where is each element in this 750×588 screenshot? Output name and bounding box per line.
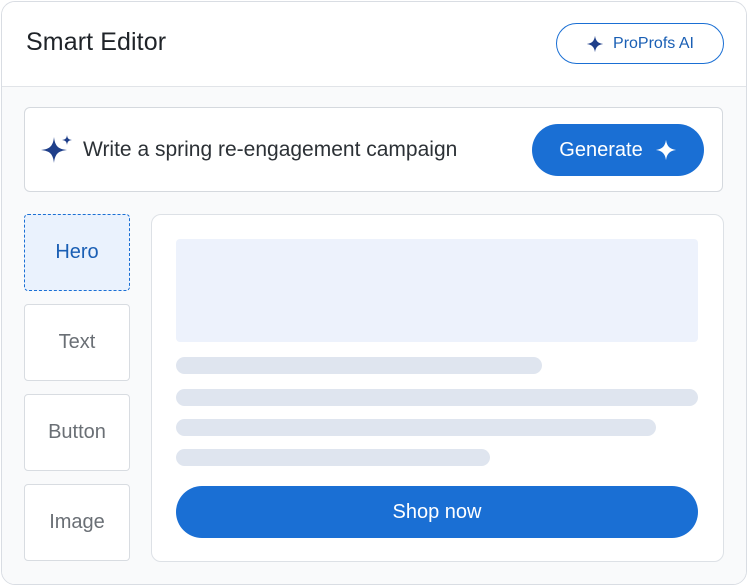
email-preview-canvas: Shop now: [151, 214, 724, 562]
sparkle-icon: [41, 135, 72, 163]
block-text[interactable]: Text: [24, 304, 130, 381]
generate-label: Generate: [559, 138, 643, 161]
text-line-placeholder: [176, 389, 698, 406]
prompt-input[interactable]: Write a spring re-engagement campaign: [83, 138, 457, 162]
text-line-placeholder: [176, 449, 490, 466]
header: Smart Editor ProProfs AI: [2, 2, 746, 87]
block-image[interactable]: Image: [24, 484, 130, 561]
headline-placeholder: [176, 357, 542, 374]
sparkle-icon: [586, 35, 604, 52]
proprofs-ai-button[interactable]: ProProfs AI: [556, 23, 724, 64]
prompt-bar[interactable]: Write a spring re-engagement campaign Ge…: [24, 107, 723, 192]
generate-button[interactable]: Generate: [532, 124, 704, 176]
hero-image-placeholder: [176, 239, 698, 342]
proprofs-ai-label: ProProfs AI: [613, 34, 694, 52]
sparkle-icon: [655, 139, 676, 161]
shop-now-button[interactable]: Shop now: [176, 486, 698, 538]
block-hero[interactable]: Hero: [24, 214, 130, 291]
text-line-placeholder: [176, 419, 656, 436]
block-button[interactable]: Button: [24, 394, 130, 471]
page-title: Smart Editor: [26, 28, 167, 56]
